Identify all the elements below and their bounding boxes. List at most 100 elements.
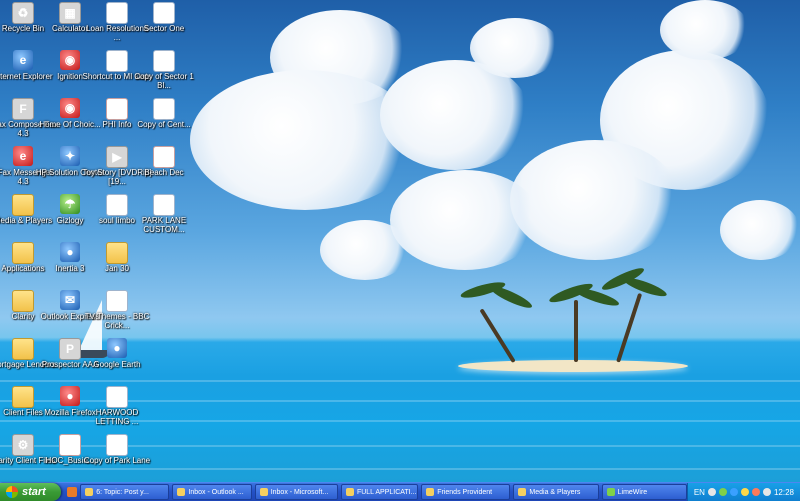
desktop-icon-copy-of-park-lane[interactable]: X Copy of Park Lane	[84, 434, 150, 480]
start-button[interactable]: start	[0, 483, 62, 501]
task-label: 6: Topic: Post y...	[96, 488, 149, 496]
pdf-file-icon: PDF	[59, 434, 81, 456]
excel-spreadsheet-icon: X	[153, 98, 175, 120]
excel-spreadsheet-icon: X	[153, 2, 175, 24]
browser-icon	[85, 488, 94, 496]
language-indicator[interactable]: EN	[694, 488, 705, 497]
outlook-icon	[259, 488, 268, 496]
taskbar-button-full-application[interactable]: FULL APPLICATI...	[340, 484, 419, 500]
word-document-icon: W	[106, 2, 128, 24]
desktop-icon-label: Copy of Park Lane	[83, 456, 151, 465]
volume-icon[interactable]	[762, 488, 771, 496]
word-document-icon: W	[153, 194, 175, 216]
cloud	[190, 70, 420, 210]
outlook-icon	[177, 488, 186, 496]
folder-icon	[12, 194, 34, 216]
palm-fronds	[621, 274, 669, 300]
palm-fronds	[488, 282, 534, 312]
hp-solution-center-icon: ✦	[60, 146, 80, 166]
desktop-icon-harwood-letting[interactable]: W HARWOOD LETTING ...	[94, 386, 140, 432]
taskbar-button-inbox-microsoft[interactable]: Inbox - Microsoft...	[254, 484, 338, 500]
desktop-icon-park-lane-custom[interactable]: W PARK LANE CUSTOM...	[141, 194, 187, 240]
island	[458, 360, 688, 372]
limewire-icon	[606, 488, 615, 496]
clarity-client-files-icon: ⚙	[12, 434, 34, 456]
desktop-icon-label: Sector One	[143, 24, 185, 33]
cloud	[660, 0, 750, 60]
tray-icon[interactable]	[707, 488, 716, 496]
folder-icon	[518, 488, 527, 496]
taskbar-button-inbox-outlook[interactable]: Inbox - Outlook ...	[172, 484, 252, 500]
task-label: Inbox - Microsoft...	[270, 488, 329, 496]
excel-spreadsheet-icon: X	[153, 50, 175, 72]
excel-spreadsheet-icon: X	[106, 50, 128, 72]
firefox-icon: ●	[60, 386, 80, 406]
start-label: start	[22, 486, 46, 498]
prospector-icon: P	[59, 338, 81, 360]
desktop-icon-tv-themes[interactable]: ♪ TV Themes - BBC Crick...	[85, 290, 149, 336]
tray-icon[interactable]	[740, 488, 749, 496]
taskbar-button-media-players[interactable]: Media & Players	[513, 484, 599, 500]
desktop-icon-beach-dec[interactable]: PDF Beach Dec	[141, 146, 187, 192]
cloud	[720, 200, 800, 260]
cloud	[510, 140, 680, 260]
desktop-icon-sector-one[interactable]: X Sector One	[141, 2, 187, 48]
internet-explorer-icon: e	[13, 50, 33, 70]
cloud	[320, 220, 410, 280]
desktop-icon-label: Copy of Cent...	[137, 120, 191, 129]
folder-icon	[12, 242, 34, 264]
tray-icon[interactable]	[729, 488, 738, 496]
desktop-icon-label: Copy of Sector 1 Bl...	[134, 72, 194, 90]
efax-messenger-icon: e	[13, 146, 33, 166]
tray-icon[interactable]	[718, 488, 727, 496]
desktop-icon-label: PARK LANE CUSTOM...	[141, 216, 187, 234]
taskbar-button-topic-post[interactable]: 6: Topic: Post y...	[80, 484, 170, 500]
desktop-icon-google-earth[interactable]: ● Google Earth	[93, 338, 141, 384]
system-tray: EN 12:28	[686, 483, 800, 501]
video-file-icon: ▶	[106, 146, 128, 168]
audio-file-icon: ♪	[106, 290, 128, 312]
word-document-icon: W	[106, 386, 128, 408]
desktop-icon-copy-of-cent[interactable]: X Copy of Cent...	[137, 98, 191, 144]
task-label: FULL APPLICATI...	[356, 488, 417, 496]
palm-tree	[616, 292, 643, 363]
folder-icon	[12, 338, 34, 360]
audio-file-icon: ♪	[106, 194, 128, 216]
taskbar: start 6: Topic: Post y... Inbox - Outloo…	[0, 482, 800, 501]
desktop-icon-label: HARWOOD LETTING ...	[95, 408, 139, 426]
desktop-icon-label: Jan 30	[104, 264, 130, 273]
desktop-icon-jan-30[interactable]: Jan 30	[94, 242, 140, 288]
pdf-file-icon: PDF	[106, 98, 128, 120]
taskbar-button-friends-provident[interactable]: Friends Provident	[421, 484, 511, 500]
task-label: LimeWire	[617, 488, 648, 496]
pdf-icon	[345, 488, 354, 496]
folder-icon	[12, 386, 34, 408]
efax-compose-icon: F	[12, 98, 34, 120]
palm-tree	[479, 308, 516, 364]
google-earth-icon: ●	[107, 338, 127, 358]
folder-icon	[426, 488, 435, 496]
taskbar-button-limewire[interactable]: LimeWire	[601, 484, 687, 500]
inertia-icon: ●	[60, 242, 80, 262]
clock[interactable]: 12:28	[774, 488, 794, 497]
cloud	[390, 170, 540, 270]
desktop-icon-copy-of-sector-1[interactable]: X Copy of Sector 1 Bl...	[134, 50, 194, 96]
outlook-express-icon: ✉	[60, 290, 80, 310]
desktop-icon-label: Beach Dec	[144, 168, 184, 177]
palm-fronds	[573, 285, 621, 309]
windows-logo-icon	[6, 486, 18, 498]
desktop-icon-label: TV Themes - BBC Crick...	[84, 312, 150, 330]
home-of-choices-icon: ◉	[60, 98, 80, 118]
task-label: Inbox - Outlook ...	[188, 488, 244, 496]
ignition-icon: ◉	[60, 50, 80, 70]
folder-icon	[106, 242, 128, 264]
excel-spreadsheet-icon: X	[106, 434, 128, 456]
desktop-icon-label: Google Earth	[93, 360, 141, 369]
task-label: Friends Provident	[437, 488, 493, 496]
recycle-bin-icon: ♻	[12, 2, 34, 24]
cloud	[470, 18, 560, 78]
tray-icon[interactable]	[751, 488, 760, 496]
gizlogy-icon: ☂	[60, 194, 80, 214]
task-label: Media & Players	[529, 488, 581, 496]
firefox-quicklaunch-icon[interactable]	[67, 487, 78, 497]
